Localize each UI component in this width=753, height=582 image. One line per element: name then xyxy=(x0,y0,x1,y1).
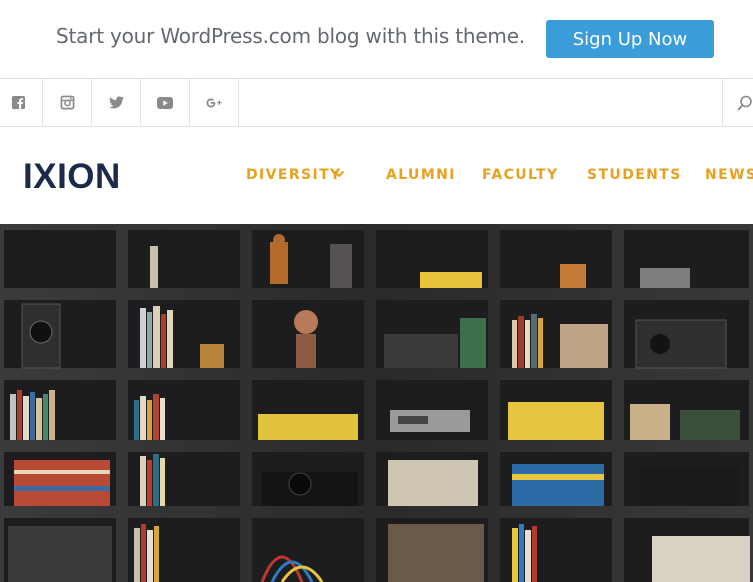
social-bar xyxy=(0,79,753,127)
google-plus-link[interactable] xyxy=(190,79,239,126)
nav-item-news[interactable]: NEWS xyxy=(705,167,753,183)
twitter-icon xyxy=(108,96,124,109)
twitter-link[interactable] xyxy=(92,79,141,126)
search-toggle[interactable] xyxy=(722,79,753,126)
site-title[interactable]: IXION xyxy=(23,157,121,197)
sign-up-button[interactable]: Sign Up Now xyxy=(546,20,714,58)
youtube-icon xyxy=(157,96,173,109)
search-icon xyxy=(737,95,752,110)
nav-item-students[interactable]: STUDENTS xyxy=(587,167,682,183)
nav-item-alumni[interactable]: ALUMNI xyxy=(386,167,456,183)
chevron-down-icon[interactable] xyxy=(334,170,344,178)
nav-item-faculty[interactable]: FACULTY xyxy=(482,167,559,183)
facebook-icon xyxy=(11,95,25,110)
facebook-link[interactable] xyxy=(0,79,43,126)
site-header: IXION DIVERSITY ALUMNI FACULTY STUDENTS … xyxy=(0,127,753,224)
nav-item-diversity[interactable]: DIVERSITY xyxy=(246,167,342,183)
promo-banner: Start your WordPress.com blog with this … xyxy=(0,0,753,79)
bookshelf-image xyxy=(0,224,753,582)
youtube-link[interactable] xyxy=(141,79,190,126)
instagram-link[interactable] xyxy=(43,79,92,126)
promo-text: Start your WordPress.com blog with this … xyxy=(56,24,525,48)
instagram-icon xyxy=(60,95,74,110)
google-plus-icon xyxy=(206,98,222,107)
hero-image xyxy=(0,224,753,582)
